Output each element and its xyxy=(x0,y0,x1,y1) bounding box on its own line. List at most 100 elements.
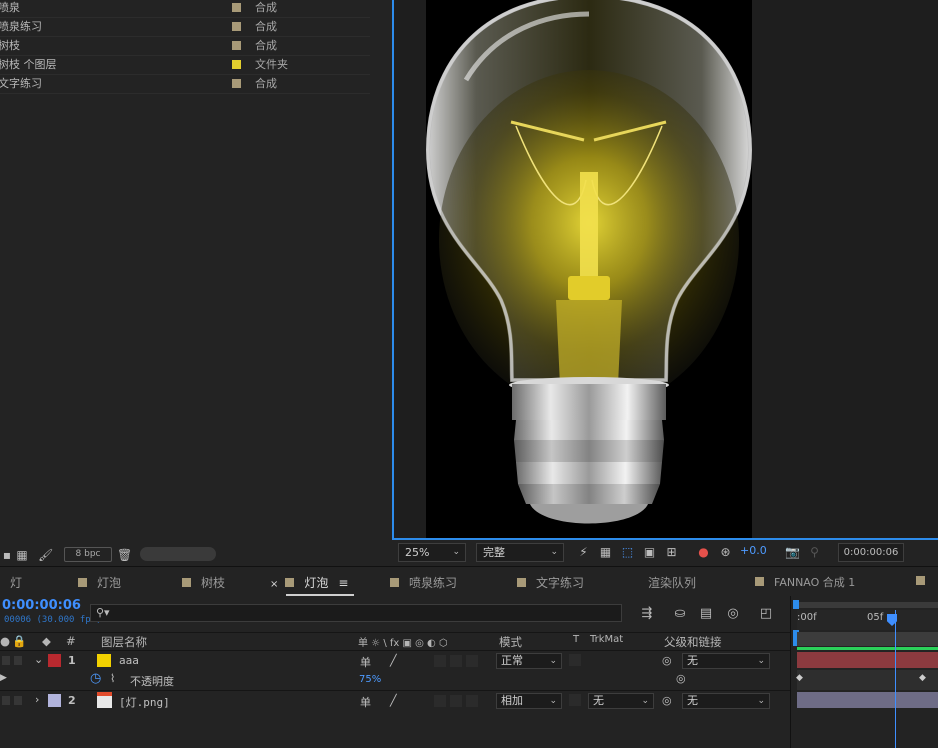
tab-shuzhi[interactable]: 树枝 xyxy=(182,574,225,591)
graph-icon[interactable]: ⌇ xyxy=(110,672,115,685)
region-of-interest-icon[interactable]: ▣ xyxy=(642,545,657,560)
pickwhip-icon[interactable]: ◎ xyxy=(662,694,672,707)
composition-viewer[interactable] xyxy=(392,0,938,540)
tab-deng[interactable]: 灯 xyxy=(10,574,22,591)
project-scrollbar[interactable] xyxy=(140,547,216,561)
label-color-swatch[interactable] xyxy=(232,60,241,69)
color-management-icon[interactable]: ⊛ xyxy=(718,545,733,560)
render-bar xyxy=(797,647,938,650)
viewer-timecode[interactable]: 0:00:00:06 xyxy=(838,543,904,562)
mask-path-icon[interactable]: ⬚ xyxy=(620,545,635,560)
property-row-opacity[interactable]: ▶ ◷ ⌇ 不透明度 75% ◎ xyxy=(0,670,790,690)
current-time-display[interactable]: 0:00:00:06 xyxy=(2,598,81,613)
tab-overflow[interactable] xyxy=(916,574,935,588)
keyframe-icon[interactable]: ◆ xyxy=(796,673,803,683)
guides-icon[interactable]: ⊞ xyxy=(664,545,679,560)
layer-search-input[interactable]: ⚲▾ xyxy=(90,604,622,622)
mode-select[interactable]: 正常 ⌄ xyxy=(496,653,562,669)
shy-layers-icon[interactable]: ⛀ xyxy=(672,606,688,622)
label-color[interactable] xyxy=(48,694,61,707)
project-item[interactable]: 喷泉 合成 xyxy=(0,0,370,18)
quality-switch[interactable]: ╱ xyxy=(390,694,397,707)
project-item[interactable]: 文字练习 合成 xyxy=(0,75,370,94)
switch-box[interactable] xyxy=(434,695,446,707)
lock-toggle[interactable] xyxy=(14,696,22,705)
mode-select[interactable]: 相加 ⌄ xyxy=(496,693,562,709)
property-value[interactable]: 75% xyxy=(359,674,381,685)
tab-dengpao[interactable]: 灯泡 xyxy=(78,574,121,591)
keyframe-icon[interactable]: ◆ xyxy=(919,673,926,683)
show-snapshot-icon[interactable]: ⚲ xyxy=(807,545,822,560)
interpret-footage-icon[interactable]: ▪ xyxy=(0,548,14,562)
label-color-swatch[interactable] xyxy=(232,79,241,88)
switch-box[interactable] xyxy=(434,655,446,667)
trash-icon[interactable]: 🗑 xyxy=(117,548,132,562)
tab-penquan[interactable]: 喷泉练习 xyxy=(390,574,457,591)
project-item[interactable]: 树枝 个图层 文件夹 xyxy=(0,56,370,75)
stopwatch-icon[interactable]: ◷ xyxy=(90,671,101,686)
pickwhip-icon[interactable]: ◎ xyxy=(676,672,686,685)
chevron-right-icon[interactable]: › xyxy=(35,693,39,706)
project-item[interactable]: 喷泉练习 合成 xyxy=(0,18,370,37)
time-graph[interactable]: :00f 05f ◆ ◆ xyxy=(790,596,938,748)
label-icon[interactable]: ◆ xyxy=(42,634,51,648)
label-color-swatch[interactable] xyxy=(232,22,241,31)
chevron-down-icon[interactable]: ⌄ xyxy=(34,653,43,666)
label-color-swatch[interactable] xyxy=(232,3,241,12)
lock-icon[interactable]: 🔒 xyxy=(12,634,26,648)
motion-blur-icon[interactable]: ◎ xyxy=(725,606,741,622)
work-area-start[interactable] xyxy=(793,600,799,609)
label-color[interactable] xyxy=(48,654,61,667)
preserve-transparency[interactable] xyxy=(569,654,581,666)
work-area-bar[interactable] xyxy=(797,602,938,608)
project-item[interactable]: 树枝 合成 xyxy=(0,37,370,56)
tab-label: 渲染队列 xyxy=(648,576,697,590)
parent-select[interactable]: 无 ⌄ xyxy=(682,653,770,669)
new-folder-icon[interactable]: ▦ xyxy=(15,548,29,562)
switch-box[interactable] xyxy=(450,655,462,667)
tab-color-swatch xyxy=(390,578,399,587)
transparency-grid-icon[interactable]: ▦ xyxy=(598,545,613,560)
eye-icon[interactable]: ● xyxy=(0,634,10,648)
shy-switch[interactable]: 单 xyxy=(360,694,371,710)
composition-canvas[interactable] xyxy=(426,0,752,538)
fast-preview-icon[interactable]: ⚡ xyxy=(576,545,591,560)
tab-fannao[interactable]: FANNAO 合成 1 xyxy=(755,574,855,590)
play-icon: ▶ xyxy=(0,673,7,683)
switch-box[interactable] xyxy=(466,655,478,667)
tab-render-queue[interactable]: 渲染队列 xyxy=(648,574,696,591)
new-comp-icon[interactable]: 🖌 xyxy=(38,548,53,562)
snapshot-camera-icon[interactable]: 📷 xyxy=(785,545,800,560)
tab-wenzi[interactable]: 文字练习 xyxy=(517,574,584,591)
layer-bar-1[interactable] xyxy=(797,652,938,668)
lock-toggle[interactable] xyxy=(14,656,22,665)
eye-toggle[interactable] xyxy=(2,656,10,665)
switch-box[interactable] xyxy=(450,695,462,707)
bpc-button[interactable]: 8 bpc xyxy=(64,547,112,562)
preserve-transparency[interactable] xyxy=(569,694,581,706)
parent-select[interactable]: 无 ⌄ xyxy=(682,693,770,709)
close-icon[interactable]: × xyxy=(270,579,278,590)
layer-name[interactable]: [灯.png] xyxy=(119,694,170,710)
eye-toggle[interactable] xyxy=(2,696,10,705)
pickwhip-icon[interactable]: ◎ xyxy=(662,654,672,667)
layer-bar-2[interactable] xyxy=(797,692,938,708)
quality-switch[interactable]: ╱ xyxy=(390,654,397,667)
graph-editor-icon[interactable]: ◰ xyxy=(758,606,774,622)
tab-dengpao-active[interactable]: × 灯泡 ≡ xyxy=(270,574,348,591)
trkmat-select[interactable]: 无 ⌄ xyxy=(588,693,654,709)
switch-box[interactable] xyxy=(466,695,478,707)
frame-blending-icon[interactable]: ▤ xyxy=(698,606,714,622)
resolution-select[interactable]: 完整 ⌄ xyxy=(476,543,564,562)
layer-row-2[interactable]: › 2 [灯.png] 单 ╱ 相加 ⌄ 无 ⌄ ◎ 无 ⌄ xyxy=(0,690,790,710)
layer-row-1[interactable]: ⌄ 1 aaa 单 ╱ 正常 ⌄ ◎ 无 ⌄ xyxy=(0,650,790,670)
layer-name-column[interactable]: 图层名称 xyxy=(101,634,147,650)
menu-icon[interactable]: ≡ xyxy=(338,576,348,590)
zoom-select[interactable]: 25% ⌄ xyxy=(398,543,466,562)
channel-icon[interactable]: ● xyxy=(696,545,711,560)
layer-name[interactable]: aaa xyxy=(119,654,139,667)
exposure-value[interactable]: +0.0 xyxy=(740,544,767,557)
shy-switch[interactable]: 单 xyxy=(360,654,371,670)
label-color-swatch[interactable] xyxy=(232,41,241,50)
comp-flowchart-icon[interactable]: ⇶ xyxy=(639,606,655,622)
